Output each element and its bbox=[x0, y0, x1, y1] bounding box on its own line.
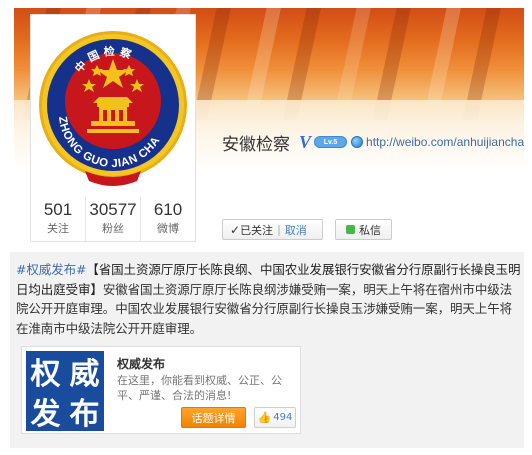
like-count: 494 bbox=[273, 412, 293, 423]
level-badge[interactable]: Lv.5 bbox=[314, 136, 348, 148]
message-button[interactable]: 私信 bbox=[335, 219, 392, 240]
followed-button[interactable]: ✓ 已关注 | 取消 bbox=[222, 219, 323, 240]
topic-image-char: 发 bbox=[30, 397, 61, 431]
procuratorate-emblem-icon: 中国检察 ZHONG GUO JIAN CHA bbox=[39, 31, 187, 186]
following-stat[interactable]: 501 关注 bbox=[31, 197, 86, 241]
topic-title[interactable]: 权威发布 bbox=[117, 355, 165, 372]
followers-count: 30577 bbox=[89, 200, 137, 219]
topic-detail-button[interactable]: 话题详情 bbox=[181, 407, 246, 428]
topic-card[interactable]: 权 威 发 布 权威发布 在这里，你能看到权威、公正、公平、严谨、合法的消息! … bbox=[21, 346, 301, 434]
avatar-card: 中国检察 ZHONG GUO JIAN CHA 501 关注 30577 粉丝 … bbox=[30, 14, 196, 242]
posts-count: 610 bbox=[153, 200, 183, 219]
message-icon bbox=[346, 225, 355, 234]
following-label: 关注 bbox=[47, 222, 69, 235]
topic-image-char: 权 bbox=[30, 357, 61, 392]
post-text: #权威发布#【省国土资源厅原厅长陈良纲、中国农业发展银行安徽省分行原副行长操良玉… bbox=[16, 260, 522, 338]
topic-image-char: 威 bbox=[69, 357, 100, 392]
topic-description: 在这里，你能看到权威、公正、公平、严谨、合法的消息! bbox=[117, 374, 282, 402]
posts-label: 微博 bbox=[157, 222, 179, 235]
posts-stat[interactable]: 610 微博 bbox=[141, 197, 195, 241]
profile-stats: 501 关注 30577 粉丝 610 微博 bbox=[31, 197, 195, 241]
check-icon: ✓ bbox=[230, 222, 241, 237]
profile-page: 中国检察 ZHONG GUO JIAN CHA 501 关注 30577 粉丝 … bbox=[0, 0, 532, 455]
message-label: 私信 bbox=[359, 223, 381, 237]
unfollow-link[interactable]: 取消 bbox=[285, 222, 307, 238]
post-card: #权威发布#【省国土资源厅原厅长陈良纲、中国农业发展银行安徽省分行原副行长操良玉… bbox=[10, 252, 524, 448]
topic-image[interactable]: 权 威 发 布 bbox=[26, 351, 104, 431]
followed-label: 已关注 bbox=[240, 223, 274, 237]
topic-image-char: 布 bbox=[69, 397, 100, 431]
like-button[interactable]: 👍 494 bbox=[254, 407, 296, 428]
divider: | bbox=[277, 223, 281, 236]
followers-label: 粉丝 bbox=[102, 222, 124, 235]
verified-icon[interactable]: V bbox=[299, 132, 311, 153]
followers-stat[interactable]: 30577 粉丝 bbox=[86, 197, 141, 241]
globe-icon bbox=[351, 136, 364, 148]
user-name[interactable]: 安徽检察 bbox=[222, 130, 290, 155]
profile-name-row: 安徽检察 V Lv.5 http://weibo.com/anhuijianch… bbox=[222, 130, 524, 155]
following-count: 501 bbox=[43, 200, 73, 219]
hashtag-link[interactable]: #权威发布# bbox=[16, 262, 86, 277]
thumbs-up-icon: 👍 bbox=[257, 411, 272, 424]
profile-url-link[interactable]: http://weibo.com/anhuijiancha bbox=[366, 135, 524, 149]
avatar[interactable]: 中国检察 ZHONG GUO JIAN CHA bbox=[37, 21, 189, 196]
